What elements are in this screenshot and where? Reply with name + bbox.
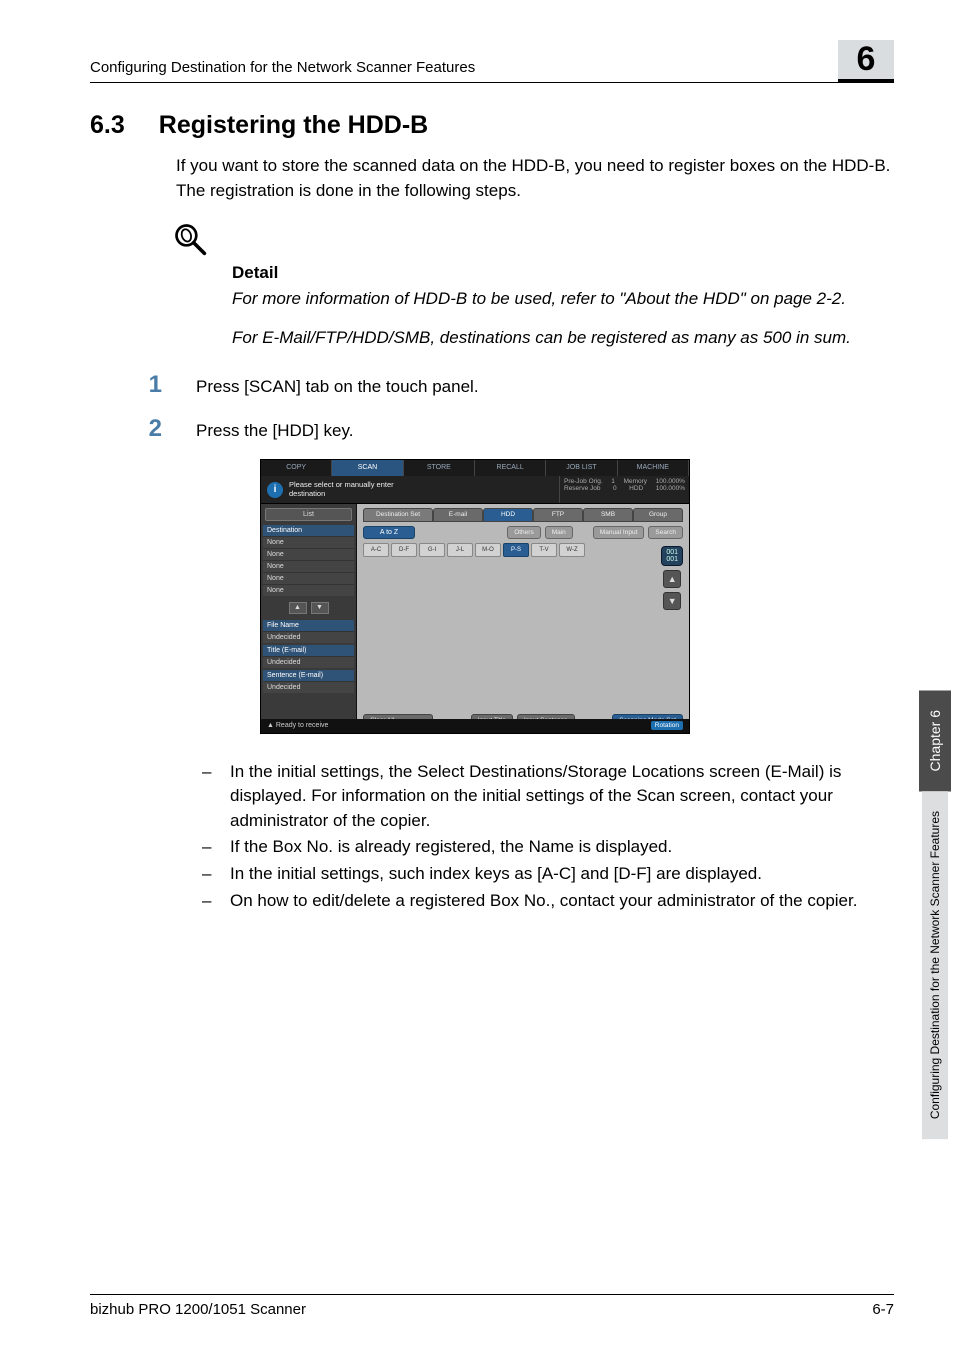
step-row-1: 1 Press [SCAN] tab on the touch panel.	[142, 371, 894, 399]
panel-sidebar: List Destination None None None None Non…	[261, 504, 357, 733]
page-header: Configuring Destination for the Network …	[90, 40, 894, 83]
scroll-down-button[interactable]: ▼	[663, 592, 681, 610]
chapter-number-badge: 6	[838, 40, 894, 82]
status-reserve-count: 0	[613, 485, 617, 492]
note-item: On how to edit/delete a registered Box N…	[202, 889, 894, 914]
status-panel: Pre-Job Orig. 1 Memory 100.000% Reserve …	[559, 476, 689, 503]
note-item: In the initial settings, such index keys…	[202, 862, 894, 887]
others-button[interactable]: Others	[507, 526, 541, 539]
status-hdd-value: 100.000%	[656, 485, 685, 492]
step-text: Press [SCAN] tab on the touch panel.	[196, 377, 479, 397]
sidebar-filename-label: File Name	[263, 620, 354, 631]
index-key[interactable]: T-V	[531, 543, 557, 557]
status-hdd-label: HDD	[629, 485, 643, 492]
sidebar-down-arrow[interactable]: ▼	[311, 602, 329, 614]
sidebar-filename-value: Undecided	[263, 631, 354, 643]
sidebar-item: None	[263, 548, 354, 560]
rotation-indicator: Rotation	[651, 721, 683, 730]
sidebar-item: None	[263, 560, 354, 572]
destination-set-tab[interactable]: Destination Set	[363, 508, 433, 522]
index-key[interactable]: J-L	[447, 543, 473, 557]
index-key[interactable]: A-C	[363, 543, 389, 557]
status-memory-value: 100.000%	[656, 478, 685, 485]
search-button[interactable]: Search	[648, 526, 683, 539]
step-number: 1	[142, 371, 162, 399]
a-to-z-button[interactable]: A to Z	[363, 526, 415, 539]
step-text: Press the [HDD] key.	[196, 421, 353, 441]
page-counter: 001 001	[661, 546, 683, 566]
magnifier-icon	[172, 221, 208, 257]
sidebar-item: None	[263, 572, 354, 584]
footer-right: 6-7	[872, 1301, 894, 1318]
list-button[interactable]: List	[265, 508, 352, 521]
notes-list: In the initial settings, the Select Dest…	[202, 760, 894, 914]
detail-block: Detail For more information of HDD-B to …	[176, 221, 894, 350]
sidebar-item: None	[263, 536, 354, 548]
side-chapter-label: Chapter 6	[919, 690, 951, 791]
breadcrumb: Configuring Destination for the Network …	[90, 59, 475, 80]
index-key-row: A-C D-F G-I J-L M-O P-S T-V W-Z	[363, 543, 683, 557]
status-ready: ▲ Ready to receive	[267, 722, 328, 729]
note-item: In the initial settings, the Select Dest…	[202, 760, 894, 834]
detail-label: Detail	[232, 263, 894, 283]
footer-left: bizhub PRO 1200/1051 Scanner	[90, 1301, 306, 1318]
side-chapter-strip: Chapter 6 Configuring Destination for th…	[916, 690, 954, 1140]
index-key[interactable]: D-F	[391, 543, 417, 557]
sidebar-item: None	[263, 584, 354, 596]
status-memory-label: Memory	[624, 478, 647, 485]
index-key[interactable]: G-I	[419, 543, 445, 557]
index-key[interactable]: W-Z	[559, 543, 585, 557]
sidebar-destination-header: Destination	[263, 525, 354, 536]
group-tab[interactable]: Group	[633, 508, 683, 522]
step-row-2: 2 Press the [HDD] key.	[142, 415, 894, 443]
status-prejob-label: Pre-Job Orig.	[564, 478, 603, 485]
index-key-selected[interactable]: P-S	[503, 543, 529, 557]
section-heading: 6.3 Registering the HDD-B	[90, 111, 894, 140]
side-chapter-title: Configuring Destination for the Network …	[922, 791, 948, 1139]
detail-paragraph-1: For more information of HDD-B to be used…	[232, 287, 894, 312]
section-title: Registering the HDD-B	[159, 111, 428, 140]
panel-main: Destination Set E-mail HDD FTP SMB Group…	[357, 504, 689, 733]
smb-tab[interactable]: SMB	[583, 508, 633, 522]
intro-paragraph: If you want to store the scanned data on…	[176, 154, 894, 203]
tab-scan[interactable]: SCAN	[332, 460, 403, 476]
sidebar-title-label: Title (E-mail)	[263, 645, 354, 656]
tab-joblist[interactable]: JOB LIST	[546, 460, 617, 476]
hdd-tab[interactable]: HDD	[483, 508, 533, 522]
sidebar-sentence-value: Undecided	[263, 681, 354, 693]
index-key[interactable]: M-O	[475, 543, 501, 557]
scroll-up-button[interactable]: ▲	[663, 570, 681, 588]
main-button[interactable]: Main	[545, 526, 573, 539]
detail-paragraph-2: For E-Mail/FTP/HDD/SMB, destinations can…	[232, 326, 894, 351]
sidebar-up-arrow[interactable]: ▲	[289, 602, 307, 614]
note-item: If the Box No. is already registered, th…	[202, 835, 894, 860]
tab-machine[interactable]: MACHINE	[618, 460, 689, 476]
section-number: 6.3	[90, 111, 125, 140]
status-prejob-count: 1	[611, 478, 615, 485]
sidebar-title-value: Undecided	[263, 656, 354, 668]
ftp-tab[interactable]: FTP	[533, 508, 583, 522]
tab-recall[interactable]: RECALL	[475, 460, 546, 476]
page-footer: bizhub PRO 1200/1051 Scanner 6-7	[90, 1294, 894, 1318]
sidebar-sentence-label: Sentence (E-mail)	[263, 670, 354, 681]
tab-copy[interactable]: COPY	[261, 460, 332, 476]
manual-input-button[interactable]: Manual Input	[593, 526, 645, 539]
status-reserve-label: Reserve Job	[564, 485, 601, 492]
tab-store[interactable]: STORE	[404, 460, 475, 476]
info-icon: i	[267, 482, 283, 498]
step-number: 2	[142, 415, 162, 443]
touch-panel-screenshot: COPY SCAN STORE RECALL JOB LIST MACHINE …	[260, 459, 894, 734]
email-tab[interactable]: E-mail	[433, 508, 483, 522]
top-tab-bar: COPY SCAN STORE RECALL JOB LIST MACHINE	[261, 460, 689, 476]
panel-message: Please select or manually enter destinat…	[289, 476, 559, 503]
